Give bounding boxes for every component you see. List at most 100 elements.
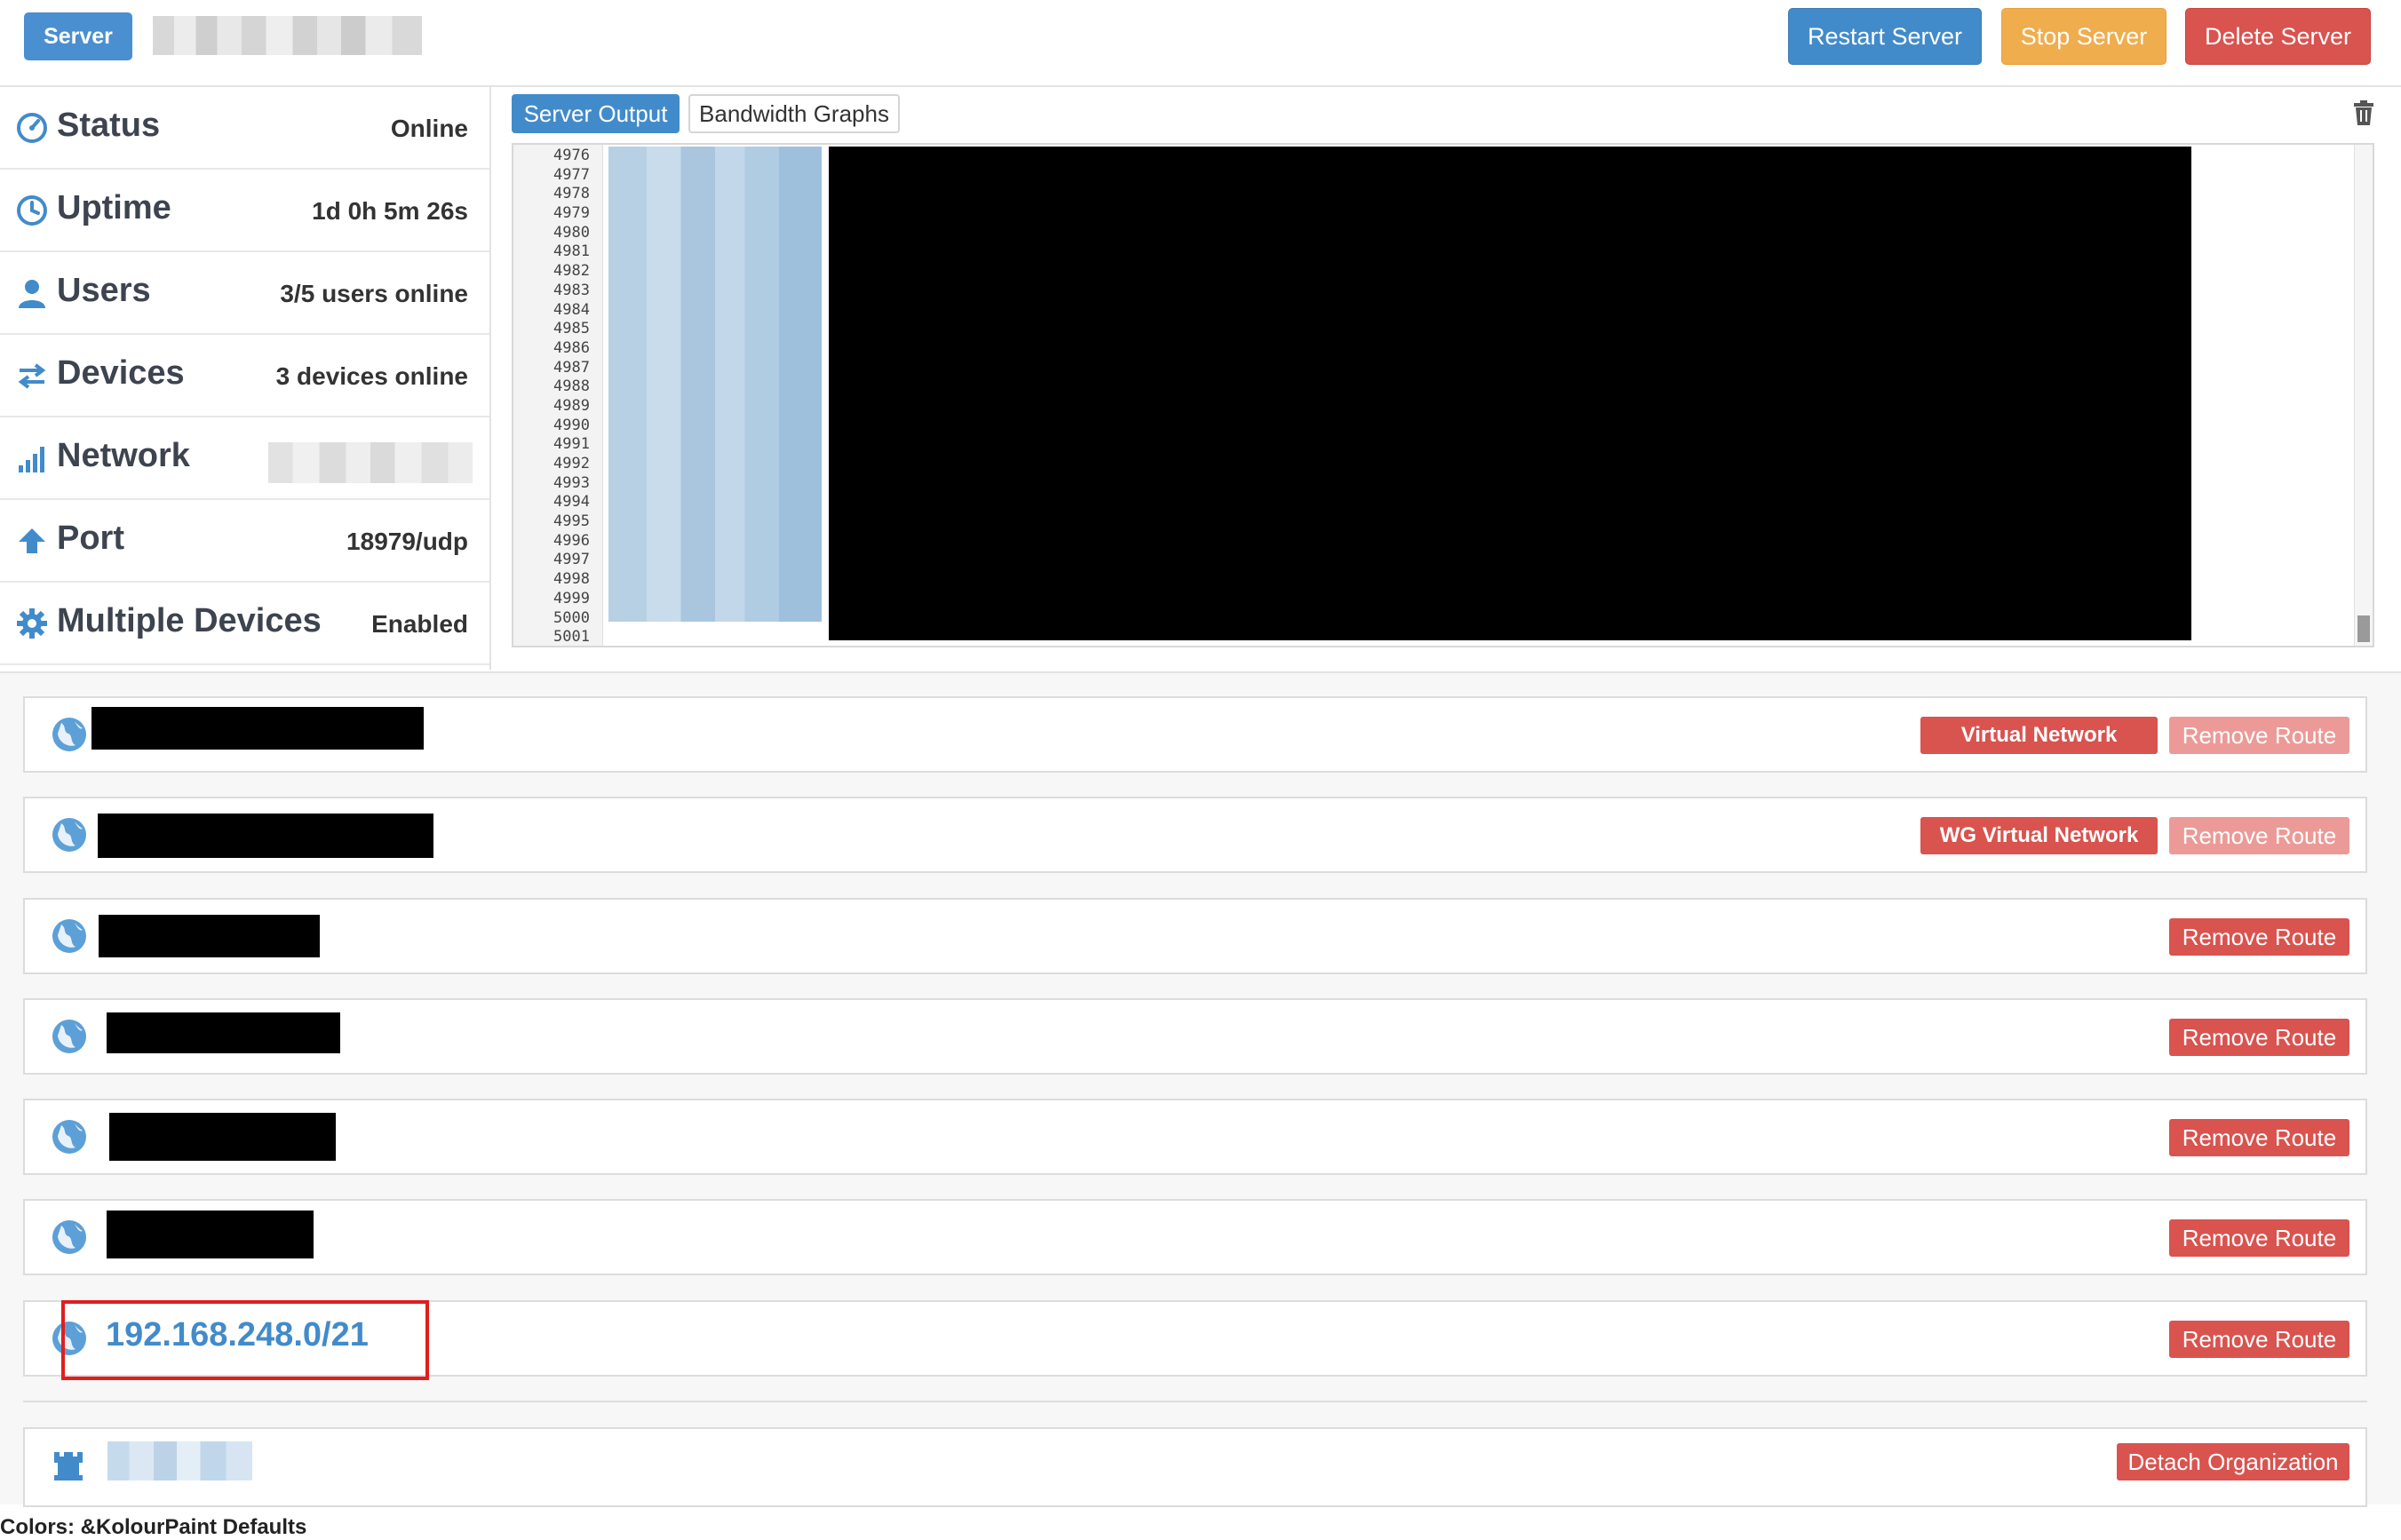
stat-value: 18979/udp [346, 528, 468, 555]
line-number: 4991 [553, 435, 590, 454]
virtual-network-badge: Virtual Network [1920, 717, 2158, 754]
stat-network: Network [0, 417, 489, 500]
line-number: 4990 [553, 416, 590, 434]
remove-route-button[interactable]: Remove Route [2169, 1019, 2349, 1056]
server-name-redacted [153, 16, 422, 55]
restart-server-button[interactable]: Restart Server [1788, 8, 1982, 65]
stat-label: Uptime [57, 189, 171, 226]
route-row: Remove Route [23, 1099, 2367, 1175]
line-number: 4992 [553, 455, 590, 472]
stat-users: Users 3/5 users online [0, 252, 489, 335]
remove-route-button[interactable]: Remove Route [2169, 1321, 2349, 1358]
line-number: 4999 [553, 589, 590, 607]
route-address-redacted [98, 814, 433, 858]
route-row: Virtual Network Remove Route [23, 696, 2367, 773]
exchange-icon [14, 358, 50, 393]
log-timestamps-redacted [608, 147, 822, 622]
line-number: 4993 [553, 473, 590, 492]
line-number: 4977 [553, 165, 590, 184]
trash-icon[interactable] [2353, 100, 2374, 125]
stat-port: Port 18979/udp [0, 500, 489, 583]
line-number: 5000 [553, 608, 590, 627]
cloud-upload-icon [14, 523, 50, 559]
globe-icon [51, 1219, 88, 1256]
castle-icon [51, 1447, 88, 1484]
route-row: Remove Route [23, 898, 2367, 974]
line-number: 4982 [553, 262, 590, 281]
organization-row: Detach Organization [23, 1427, 2367, 1507]
route-address-redacted [107, 1211, 314, 1258]
route-address-redacted [107, 1012, 340, 1053]
clock-icon [14, 193, 50, 228]
line-number: 4989 [553, 396, 590, 415]
stat-label: Multiple Devices [57, 602, 322, 639]
remove-route-button[interactable]: Remove Route [2169, 817, 2349, 854]
remove-route-button[interactable]: Remove Route [2169, 1119, 2349, 1156]
line-number: 4979 [553, 204, 590, 223]
stat-value: 3/5 users online [280, 280, 468, 307]
globe-icon [51, 1018, 88, 1055]
stat-label: Devices [57, 354, 185, 392]
stat-label: Port [57, 520, 124, 557]
stat-label: Network [57, 437, 190, 474]
stat-uptime: Uptime 1d 0h 5m 26s [0, 170, 489, 252]
signal-bars-icon [14, 441, 50, 476]
route-row: Remove Route [23, 998, 2367, 1075]
top-bar: Server Restart Server Stop Server Delete… [0, 0, 2401, 87]
server-tag[interactable]: Server [24, 12, 132, 60]
tab-bandwidth-graphs[interactable]: Bandwidth Graphs [688, 94, 900, 133]
wg-virtual-network-badge: WG Virtual Network [1920, 817, 2158, 854]
status-footer-text: Colors: &KolourPaint Defaults [0, 1515, 307, 1539]
detach-organization-button[interactable]: Detach Organization [2117, 1443, 2349, 1480]
line-number: 4983 [553, 281, 590, 299]
line-number: 4986 [553, 338, 590, 357]
annotation-highlight-box [61, 1300, 429, 1380]
line-number: 4985 [553, 320, 590, 338]
line-number: 4998 [553, 570, 590, 589]
stop-server-button[interactable]: Stop Server [2001, 8, 2166, 65]
route-row-highlighted: 192.168.248.0/21 Remove Route [23, 1300, 2367, 1380]
stat-devices: Devices 3 devices online [0, 335, 489, 417]
globe-icon [51, 1118, 88, 1155]
stat-multiple-devices: Multiple Devices Enabled [0, 583, 489, 665]
line-number: 4976 [553, 147, 590, 164]
tab-server-output[interactable]: Server Output [512, 94, 680, 133]
remove-route-button[interactable]: Remove Route [2169, 717, 2349, 754]
remove-route-button[interactable]: Remove Route [2169, 918, 2349, 956]
stat-value: Enabled [371, 610, 468, 638]
delete-server-button[interactable]: Delete Server [2185, 8, 2371, 65]
user-icon [14, 275, 50, 311]
line-number: 4981 [553, 242, 590, 261]
globe-icon [51, 917, 88, 955]
server-output-console[interactable]: 4976 4977 4978 4979 4980 4981 4982 4983 … [512, 143, 2374, 647]
line-number: 4995 [553, 512, 590, 531]
stat-value: 1d 0h 5m 26s [312, 197, 468, 225]
line-number-gutter: 4976 4977 4978 4979 4980 4981 4982 4983 … [513, 145, 603, 646]
line-number: 5001 [553, 628, 590, 647]
route-address-redacted [91, 707, 424, 750]
dashboard-icon [14, 110, 50, 146]
line-number: 4980 [553, 223, 590, 242]
section-divider [23, 1401, 2367, 1402]
line-number: 4984 [553, 300, 590, 319]
routes-list: Virtual Network Remove Route WG Virtual … [0, 671, 2401, 1507]
stat-status: Status Online [0, 87, 489, 170]
route-row: WG Virtual Network Remove Route [23, 797, 2367, 873]
globe-icon [51, 816, 88, 853]
route-address-redacted [99, 915, 320, 957]
remove-route-button[interactable]: Remove Route [2169, 1219, 2349, 1257]
log-content-redacted [829, 147, 2191, 640]
scrollbar-thumb[interactable] [2357, 615, 2370, 642]
line-number: 4978 [553, 185, 590, 203]
route-address-redacted [109, 1113, 336, 1161]
line-number: 4997 [553, 551, 590, 569]
stat-label: Status [57, 107, 161, 144]
stat-value: Online [390, 115, 468, 142]
line-number: 4987 [553, 358, 590, 377]
server-stats-panel: Status Online Uptime 1d 0h 5m 26s Users … [0, 87, 491, 670]
globe-icon [51, 716, 88, 753]
stat-label: Users [57, 272, 151, 309]
route-row: Remove Route [23, 1199, 2367, 1275]
console-scrollbar[interactable] [2354, 145, 2373, 646]
network-value-redacted [268, 442, 473, 483]
